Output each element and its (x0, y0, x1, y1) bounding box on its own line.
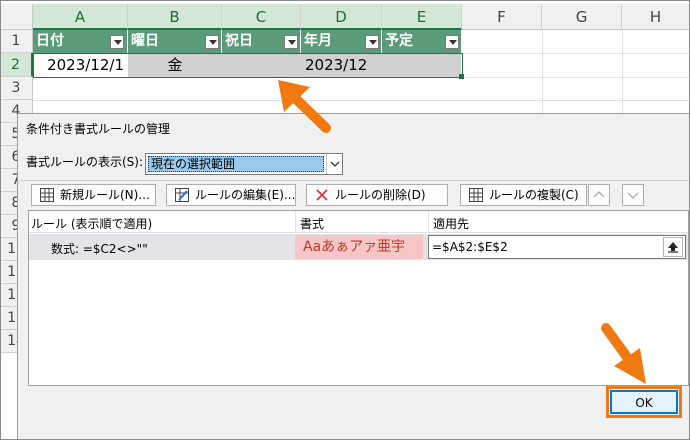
column-format-header[interactable]: 書式 (300, 215, 324, 232)
delete-rule-button[interactable]: ルールの削除(D) (306, 184, 448, 206)
column-header-g[interactable]: G (542, 4, 622, 30)
column-rule-header[interactable]: ルール (表示順で適用) (31, 215, 152, 232)
row-header-3[interactable]: 3 (0, 77, 33, 100)
row-header-1[interactable]: 1 (0, 30, 33, 53)
delete-x-icon (315, 188, 329, 202)
conditional-formatting-dialog: 条件付き書式ルールの管理 書式ルールの表示(S): 現在の選択範囲 新規ルール(… (17, 113, 690, 440)
divider (428, 211, 429, 233)
column-header-e[interactable]: E (382, 4, 462, 30)
gridline (622, 30, 623, 120)
column-header-c[interactable]: C (222, 4, 301, 30)
column-header-h[interactable]: H (622, 4, 690, 30)
annotation-arrow-icon (278, 80, 331, 133)
column-applies-header[interactable]: 適用先 (433, 215, 469, 232)
edit-rule-button[interactable]: ルールの編集(E)... (166, 184, 296, 206)
new-rule-icon (40, 188, 54, 202)
gridline (462, 77, 690, 78)
ok-button[interactable]: OK (610, 390, 678, 414)
column-header-f[interactable]: F (462, 4, 542, 30)
scope-dropdown[interactable]: 現在の選択範囲 (145, 153, 343, 175)
row-header-2[interactable]: 2 (0, 53, 33, 77)
format-preview: Aaあぁアァ亜宇 (295, 235, 423, 259)
scope-value: 現在の選択範囲 (148, 156, 324, 172)
filter-dropdown-b[interactable] (205, 35, 219, 49)
fill-handle[interactable] (459, 74, 464, 79)
scope-label: 書式ルールの表示(S): (26, 155, 144, 169)
gridline (33, 100, 690, 101)
applies-to-field[interactable]: =$A$2:$E$2 (428, 235, 686, 259)
chevron-down-icon (627, 192, 639, 199)
column-header-a[interactable]: A (33, 4, 128, 30)
column-header-b[interactable]: B (128, 4, 222, 30)
duplicate-rule-button[interactable]: ルールの複製(C) (460, 184, 587, 206)
column-header-d[interactable]: D (301, 4, 382, 30)
new-rule-button[interactable]: 新規ルール(N)... (31, 184, 156, 206)
filter-dropdown-c[interactable] (284, 35, 298, 49)
move-up-button[interactable] (588, 184, 610, 206)
move-down-button[interactable] (622, 184, 644, 206)
gridline (542, 30, 543, 120)
rules-list[interactable]: ルール (表示順で適用) 書式 適用先 数式: =$C2<>"" Aaあぁアァ亜… (28, 210, 689, 386)
filter-dropdown-d[interactable] (365, 35, 379, 49)
filter-dropdown-e[interactable] (445, 35, 459, 49)
divider (295, 211, 296, 233)
arrow-up-icon (668, 242, 678, 253)
gridline (462, 53, 690, 54)
collapse-range-button[interactable] (663, 237, 683, 257)
divider (18, 180, 689, 181)
rule-row[interactable]: 数式: =$C2<>"" Aaあぁアァ亜宇 =$A$2:$E$2 (29, 234, 688, 260)
edit-rule-icon (175, 188, 189, 202)
select-all-corner[interactable] (0, 4, 33, 30)
dialog-title: 条件付き書式ルールの管理 (26, 122, 171, 136)
filter-dropdown-a[interactable] (110, 35, 124, 49)
duplicate-rule-icon (469, 188, 483, 202)
annotation-arrow-icon (601, 323, 646, 384)
rules-list-header: ルール (表示順で適用) 書式 適用先 (29, 211, 688, 233)
selection-border (33, 53, 463, 78)
rule-formula: 数式: =$C2<>"" (51, 242, 148, 256)
chevron-down-icon[interactable] (326, 154, 342, 174)
chevron-up-icon (593, 191, 605, 198)
